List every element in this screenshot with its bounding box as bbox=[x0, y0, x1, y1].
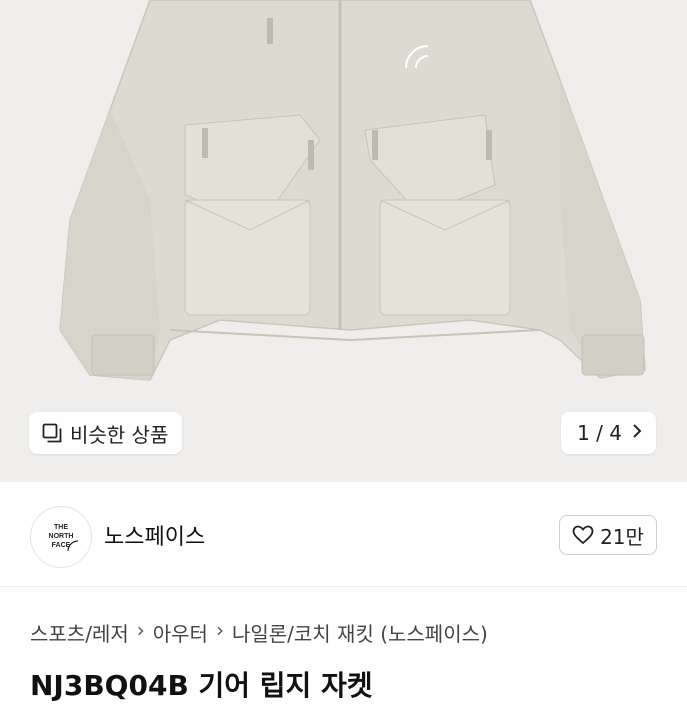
stacked-squares-icon bbox=[42, 423, 62, 443]
like-button[interactable]: 21만 bbox=[559, 515, 657, 555]
image-pager[interactable]: 1 / 4 bbox=[561, 412, 656, 454]
heart-outline-icon bbox=[572, 525, 594, 545]
chevron-right-icon: › bbox=[215, 618, 224, 642]
pager-count: 1 / 4 bbox=[577, 421, 622, 445]
breadcrumb-item[interactable]: 나일론/코치 재킷 (노스페이스) bbox=[232, 618, 488, 647]
brand-logo[interactable]: THE NORTH FACE bbox=[30, 506, 92, 568]
product-image[interactable] bbox=[0, 0, 687, 482]
svg-text:NORTH: NORTH bbox=[49, 533, 74, 540]
jacket-illustration bbox=[59, 0, 646, 381]
chevron-right-icon bbox=[632, 423, 642, 444]
brand-name[interactable]: 노스페이스 bbox=[104, 519, 205, 551]
breadcrumb-item[interactable]: 아우터 bbox=[153, 618, 208, 647]
north-face-logo-icon: THE NORTH FACE bbox=[49, 524, 79, 552]
like-count: 21만 bbox=[600, 524, 644, 549]
chevron-right-icon: › bbox=[136, 618, 145, 642]
svg-text:THE: THE bbox=[54, 524, 68, 531]
brand-mark-icon bbox=[400, 38, 456, 72]
breadcrumb-item[interactable]: 스포츠/레저 bbox=[30, 618, 129, 647]
breadcrumb: 스포츠/레저 › 아우터 › 나일론/코치 재킷 (노스페이스) bbox=[30, 618, 488, 647]
svg-text:FACE: FACE bbox=[52, 542, 71, 549]
similar-products-label: 비슷한 상품 bbox=[70, 422, 169, 447]
similar-products-button[interactable]: 비슷한 상품 bbox=[29, 412, 183, 454]
product-title: NJ3BQ04B 기어 립지 자켓 bbox=[30, 669, 373, 702]
